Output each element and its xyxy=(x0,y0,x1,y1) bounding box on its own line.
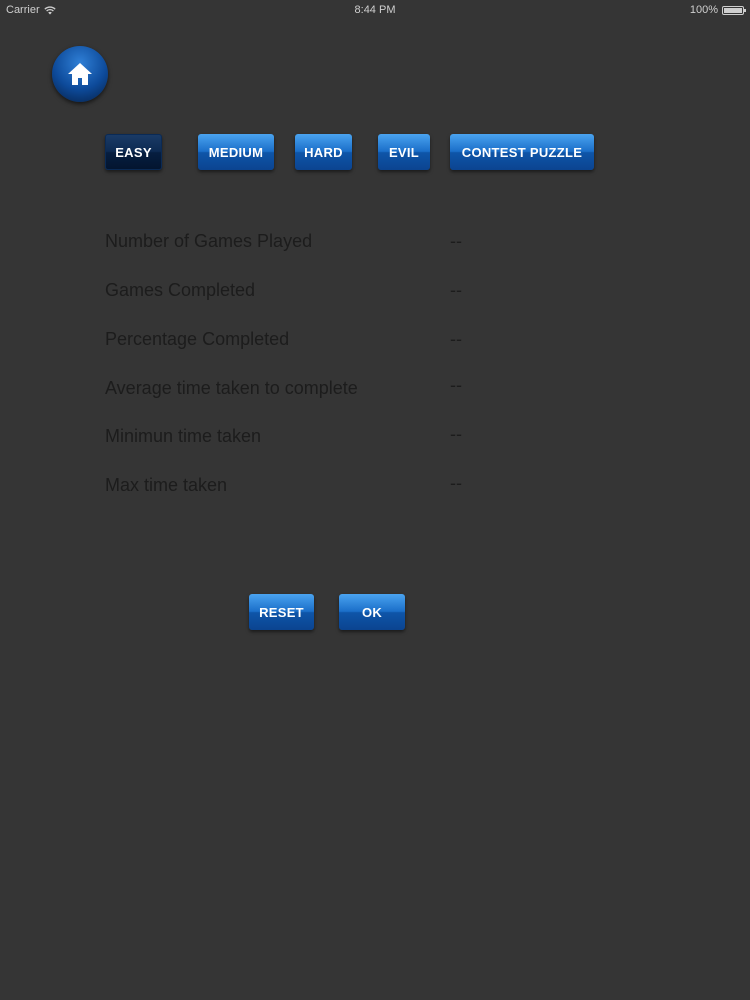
level-button-contest-puzzle[interactable]: CONTEST PUZZLE xyxy=(450,134,594,170)
battery-percent: 100% xyxy=(689,4,718,16)
stat-value-average-time: -- xyxy=(450,375,462,395)
status-time: 8:44 PM xyxy=(354,4,396,16)
reset-button[interactable]: RESET xyxy=(249,594,314,630)
home-button[interactable] xyxy=(52,46,108,102)
stat-value-games-completed: -- xyxy=(450,280,462,300)
status-right: 100% xyxy=(689,4,746,16)
stat-label-percentage-completed: Percentage Completed xyxy=(105,329,290,349)
stat-label-max-time: Max time taken xyxy=(105,475,228,495)
stat-label-games-completed: Games Completed xyxy=(105,280,256,300)
status-bar: Carrier 8:44 PM 100% xyxy=(0,0,750,20)
home-icon xyxy=(68,63,92,85)
level-button-easy[interactable]: EASY xyxy=(105,134,162,170)
stat-value-games-played: -- xyxy=(450,231,462,251)
stat-label-games-played: Number of Games Played xyxy=(105,231,313,251)
level-button-medium[interactable]: MEDIUM xyxy=(198,134,274,170)
level-button-hard[interactable]: HARD xyxy=(295,134,352,170)
ok-button[interactable]: OK xyxy=(339,594,405,630)
stat-value-minimum-time: -- xyxy=(450,424,462,444)
battery-icon xyxy=(722,5,746,15)
stat-value-percentage-completed: -- xyxy=(450,329,462,349)
stat-label-minimum-time: Minimun time taken xyxy=(105,426,262,446)
stat-value-max-time: -- xyxy=(450,473,462,493)
level-button-evil[interactable]: EVIL xyxy=(378,134,430,170)
stat-label-average-time: Average time taken to complete xyxy=(105,378,358,398)
